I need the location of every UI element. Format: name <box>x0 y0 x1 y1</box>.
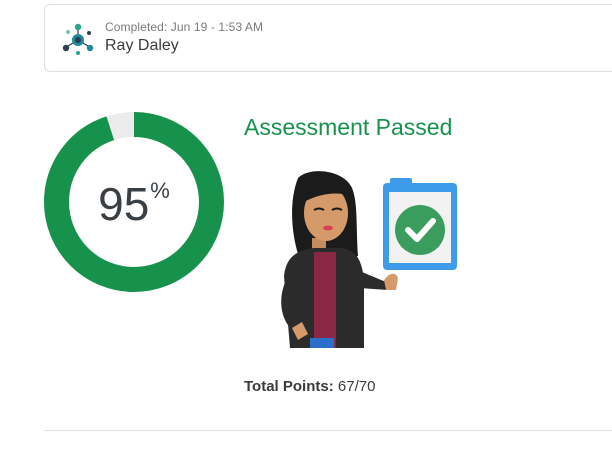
woman-pointing-to-checklist-illustration <box>281 171 457 348</box>
woman-figure <box>281 171 398 348</box>
assessment-status-title: Assessment Passed <box>244 114 453 140</box>
network-nodes-icon <box>62 23 94 55</box>
completion-header-card: Completed: Jun 19 - 1:53 AM Ray Daley <box>44 4 612 72</box>
score-display: 95 % <box>44 112 224 292</box>
total-points-label: Total Points: <box>244 378 334 395</box>
user-name: Ray Daley <box>105 37 179 54</box>
score-value: 95 <box>98 178 150 230</box>
divider <box>44 430 612 431</box>
clipboard-check-icon <box>383 178 457 270</box>
total-points-value: 67/70 <box>337 378 376 395</box>
score-unit: % <box>150 178 170 203</box>
total-points: Total Points: 67/70 <box>244 378 375 395</box>
completed-timestamp: Completed: Jun 19 - 1:53 AM <box>105 20 264 34</box>
